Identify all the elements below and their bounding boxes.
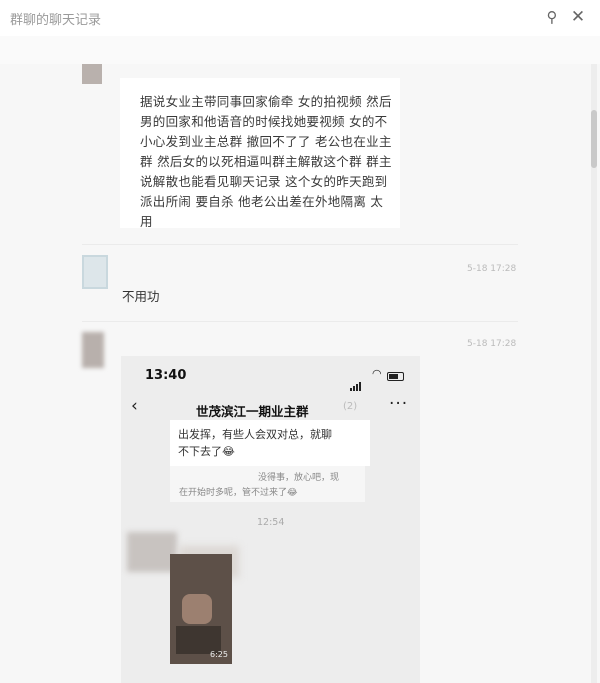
chat-text: 在开始时多呢，管不过来了😂 bbox=[179, 488, 298, 498]
message-text: 据说女业主带同事回家偷牵 女的拍视频 然后男的回家和他语音的时候找她要视频 女的… bbox=[140, 94, 392, 229]
title-bar: 群聊的聊天记录 ⚲ ✕ bbox=[0, 0, 600, 37]
group-name: 世茂滨江一期业主群 bbox=[196, 404, 309, 419]
message-time: 5-18 17:28 bbox=[467, 264, 517, 274]
video-duration: 6:25 bbox=[210, 650, 228, 659]
back-icon: ‹ bbox=[131, 396, 138, 416]
wifi-icon: ◠ bbox=[372, 367, 382, 380]
more-icon: ··· bbox=[389, 394, 409, 414]
divider bbox=[82, 321, 518, 322]
muted-label: (2) bbox=[343, 401, 358, 412]
avatar[interactable] bbox=[82, 255, 108, 289]
avatar[interactable] bbox=[82, 332, 104, 368]
divider bbox=[82, 244, 518, 245]
battery-icon bbox=[387, 372, 404, 381]
chat-time: 12:54 bbox=[257, 517, 285, 528]
image-attachment[interactable]: 13:40 ◠ ‹ 世茂滨江一期业主群 (2) ··· 出发挥，有些人会双对总，… bbox=[121, 356, 420, 683]
close-icon[interactable]: ✕ bbox=[567, 5, 589, 29]
chat-text: 出发挥，有些人会双对总，就聊 bbox=[178, 428, 332, 441]
chat-text: 不下去了😂 bbox=[178, 445, 235, 458]
window-title: 群聊的聊天记录 bbox=[10, 13, 102, 28]
message-text: 不用功 bbox=[122, 289, 160, 304]
scrollbar-thumb[interactable] bbox=[591, 110, 597, 168]
video-thumbnail: 6:25 bbox=[170, 554, 232, 664]
signal-icon bbox=[350, 372, 362, 391]
avatar[interactable] bbox=[82, 64, 102, 84]
pin-icon[interactable]: ⚲ bbox=[541, 5, 563, 29]
chat-text: 没得事，放心吧，现 bbox=[258, 473, 340, 483]
status-time: 13:40 bbox=[145, 368, 187, 383]
header-strip bbox=[0, 36, 600, 64]
video-content bbox=[182, 594, 212, 624]
message-time: 5-18 17:28 bbox=[467, 339, 517, 349]
